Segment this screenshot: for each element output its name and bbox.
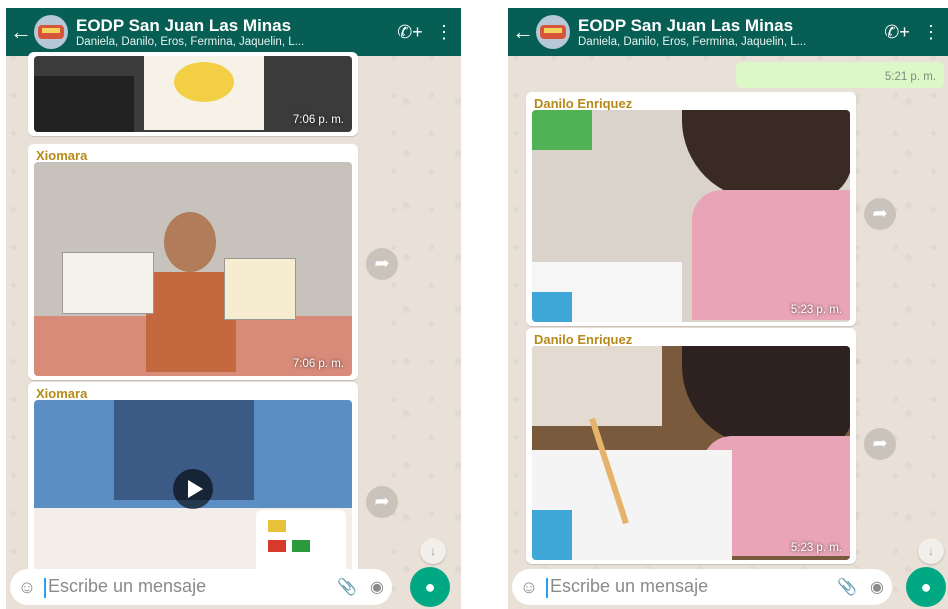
sender-name: Xiomara	[36, 386, 88, 401]
emoji-icon[interactable]: ☺	[512, 577, 546, 598]
image-message[interactable]: Danilo Enriquez 5:23 p. m.	[526, 92, 856, 326]
add-call-icon[interactable]: ✆+	[393, 22, 427, 43]
add-call-icon[interactable]: ✆+	[880, 22, 914, 43]
more-vert-icon[interactable]: ⋮	[427, 22, 461, 43]
more-vert-icon[interactable]: ⋮	[914, 22, 948, 43]
attach-icon[interactable]: 📎	[832, 577, 862, 597]
group-avatar[interactable]	[34, 15, 68, 49]
chat-title-area[interactable]: EODP San Juan Las Minas Daniela, Danilo,…	[578, 16, 880, 49]
group-members: Daniela, Danilo, Eros, Fermina, Jaquelin…	[76, 35, 305, 48]
forward-icon[interactable]: ➦	[864, 198, 896, 230]
message-input-bar: ☺ Escribe un mensaje 📎 ◉	[10, 569, 392, 605]
scroll-down-icon[interactable]: ↓	[918, 538, 944, 564]
message-placeholder: Escribe un mensaje	[550, 576, 709, 597]
chat-header: ← EODP San Juan Las Minas Daniela, Danil…	[508, 8, 948, 56]
arrow-left-icon[interactable]: ←	[510, 19, 536, 45]
message-image[interactable]: 5:23 p. m.	[532, 110, 850, 322]
sender-name: Xiomara	[36, 148, 88, 163]
message-placeholder: Escribe un mensaje	[48, 576, 207, 597]
sender-name: Danilo Enriquez	[534, 332, 633, 347]
arrow-left-icon[interactable]: ←	[8, 19, 34, 45]
message-time: 5:23 p. m.	[790, 542, 842, 554]
message-image[interactable]: 5:23 p. m.	[532, 346, 850, 560]
message-image[interactable]: 7:06 p. m.	[34, 162, 352, 376]
message-input[interactable]: Escribe un mensaje	[546, 576, 832, 598]
chat-screen-right: ← EODP San Juan Las Minas Daniela, Danil…	[508, 8, 948, 609]
forward-icon[interactable]: ➦	[366, 248, 398, 280]
forward-icon[interactable]: ➦	[366, 486, 398, 518]
mic-icon[interactable]: ●	[410, 567, 450, 607]
forward-icon[interactable]: ➦	[864, 428, 896, 460]
group-avatar[interactable]	[536, 15, 570, 49]
group-name: EODP San Juan Las Minas	[578, 15, 794, 35]
emoji-icon[interactable]: ☺	[10, 577, 44, 598]
chat-title-area[interactable]: EODP San Juan Las Minas Daniela, Danilo,…	[76, 16, 393, 49]
image-message[interactable]: 7:06 p. m.	[28, 52, 358, 136]
image-message[interactable]: Xiomara 7:06 p. m.	[28, 144, 358, 380]
video-message[interactable]: Xiomara	[28, 382, 358, 582]
message-input-bar: ☺ Escribe un mensaje 📎 ◉	[512, 569, 892, 605]
message-video[interactable]	[34, 400, 352, 578]
mic-icon[interactable]: ●	[906, 567, 946, 607]
sender-name: Danilo Enriquez	[534, 96, 633, 111]
scroll-down-icon[interactable]: ↓	[420, 538, 446, 564]
chat-screen-left: ← EODP San Juan Las Minas Daniela, Danil…	[6, 8, 461, 609]
image-message[interactable]: Danilo Enriquez 5:23 p. m.	[526, 328, 856, 564]
message-time: 5:23 p. m.	[790, 304, 842, 316]
message-time: 7:06 p. m.	[292, 358, 344, 370]
message-input[interactable]: Escribe un mensaje	[44, 576, 332, 598]
attach-icon[interactable]: 📎	[332, 577, 362, 597]
message-time: 5:21 p. m.	[884, 71, 936, 83]
group-name: EODP San Juan Las Minas	[76, 15, 292, 35]
play-icon[interactable]	[173, 469, 213, 509]
group-members: Daniela, Danilo, Eros, Fermina, Jaquelin…	[578, 35, 807, 48]
outgoing-message[interactable]: 5:21 p. m.	[736, 62, 944, 88]
camera-icon[interactable]: ◉	[362, 577, 392, 597]
camera-icon[interactable]: ◉	[862, 577, 892, 597]
chat-header: ← EODP San Juan Las Minas Daniela, Danil…	[6, 8, 461, 56]
message-time: 7:06 p. m.	[292, 114, 344, 126]
message-image[interactable]: 7:06 p. m.	[34, 56, 352, 132]
